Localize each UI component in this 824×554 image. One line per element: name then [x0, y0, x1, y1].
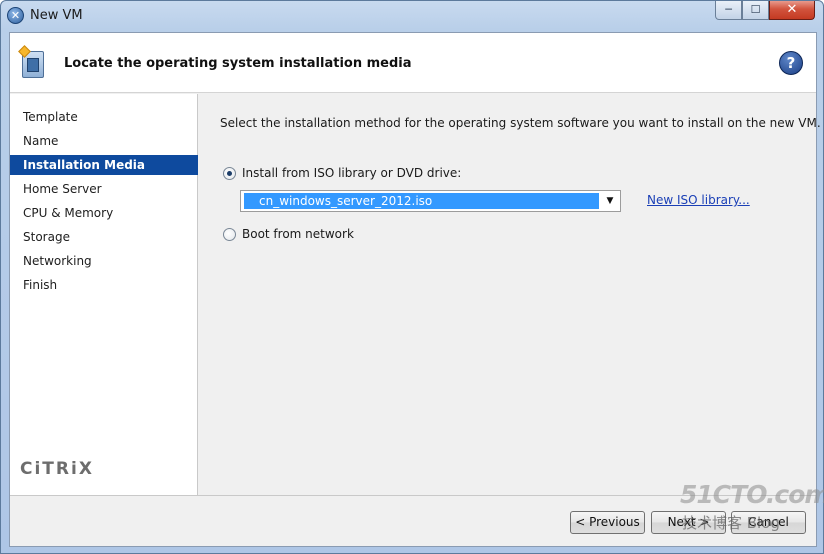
iso-select[interactable]: cn_windows_server_2012.iso ▼ [240, 190, 621, 212]
new-vm-window: ✕ New VM ─ ☐ ✕ Locate the operating syst… [0, 0, 824, 554]
xencenter-icon: ✕ [7, 7, 24, 24]
wizard-header: Locate the operating system installation… [10, 33, 816, 93]
maximize-button[interactable]: ☐ [742, 1, 769, 20]
sidebar-item-installation-media[interactable]: Installation Media [10, 155, 198, 175]
wizard-footer: < Previous Next > Cancel [10, 495, 816, 546]
instruction-text: Select the installation method for the o… [220, 116, 821, 130]
help-icon[interactable]: ? [779, 51, 803, 75]
page-title: Locate the operating system installation… [64, 56, 412, 71]
wizard-steps-sidebar: Template Name Installation Media Home Se… [10, 94, 198, 495]
install-from-iso-label[interactable]: Install from ISO library or DVD drive: [242, 166, 461, 180]
window-title: New VM [30, 8, 83, 23]
title-bar[interactable]: ✕ New VM ─ ☐ ✕ [1, 1, 823, 31]
dropdown-arrow-icon[interactable]: ▼ [600, 191, 620, 211]
sidebar-item-finish[interactable]: Finish [10, 275, 198, 295]
next-button[interactable]: Next > [651, 511, 726, 534]
install-from-iso-radio[interactable] [223, 167, 236, 180]
close-button[interactable]: ✕ [769, 1, 815, 20]
sidebar-item-cpu-memory[interactable]: CPU & Memory [10, 203, 198, 223]
previous-button[interactable]: < Previous [570, 511, 645, 534]
sidebar-item-networking[interactable]: Networking [10, 251, 198, 271]
cancel-button[interactable]: Cancel [731, 511, 806, 534]
sidebar-item-home-server[interactable]: Home Server [10, 179, 198, 199]
wizard-main-panel: Select the installation method for the o… [199, 94, 821, 495]
sidebar-item-name[interactable]: Name [10, 131, 198, 151]
iso-select-value: cn_windows_server_2012.iso [244, 193, 599, 209]
boot-from-network-label[interactable]: Boot from network [242, 227, 354, 241]
minimize-button[interactable]: ─ [715, 1, 742, 20]
boot-from-network-radio[interactable] [223, 228, 236, 241]
sidebar-item-template[interactable]: Template [10, 107, 198, 127]
wizard-client-area: Locate the operating system installation… [9, 32, 821, 547]
new-iso-library-link[interactable]: New ISO library... [647, 193, 750, 207]
sidebar-item-storage[interactable]: Storage [10, 227, 198, 247]
citrix-logo: CiTRiX [20, 459, 94, 479]
vm-wizard-icon [18, 45, 46, 79]
